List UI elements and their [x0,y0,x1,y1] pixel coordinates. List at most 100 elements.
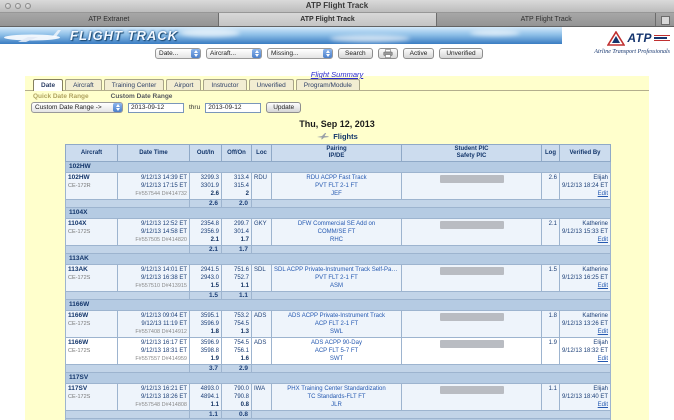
pairing-link[interactable]: PHX Training Center Standardization [274,385,399,393]
date-to-input[interactable] [205,103,261,113]
flight-summary-link[interactable]: Flight Summary [311,70,364,79]
group-subtotal-row: 1.51.1 [66,292,611,300]
off-on-cell: 754.5756.11.6 [222,338,252,365]
minimize-window-button[interactable] [15,3,21,9]
loc-cell: IWA [252,384,272,411]
aircraft-group-row: 1104X [66,208,611,219]
verified-name: Elijah [562,339,608,347]
tab-unverified[interactable]: Unverified [249,79,294,90]
tab-airport[interactable]: Airport [166,79,201,90]
aircraft-filter-select[interactable]: Aircraft... [206,48,262,59]
aircraft-group-label: 113AK [66,254,611,265]
time-out: 9/12/13 14:39 ET [120,174,187,182]
edit-link[interactable]: Edit [598,191,608,197]
browser-tab[interactable]: ATP Flight Track [437,13,656,26]
tab-instructor[interactable]: Instructor [203,79,246,90]
pairing-link[interactable]: RHC [274,236,399,244]
pairing-link[interactable]: ADS ACPP 90-Day [274,339,399,347]
group-subtotal-row: 2.62.0 [66,200,611,208]
date-from-input[interactable] [128,103,184,113]
student-name-redacted [440,313,504,321]
pairing-link[interactable]: COMM/SE FT [274,228,399,236]
date-heading: Thu, Sep 12, 2013 [25,119,649,129]
time-out: 9/12/13 16:21 ET [120,385,187,393]
aircraft-tail: 113AK [68,266,115,274]
edit-link[interactable]: Edit [598,356,608,362]
off-value: 753.2 [224,312,249,320]
pairing-cell: DFW Commercial SE Add onCOMM/SE FTRHC [272,219,402,246]
pairing-link[interactable]: PVT FLT 2-1 FT [274,274,399,282]
date-range-select[interactable]: Custom Date Range -> [31,102,123,113]
aircraft-model: CE-172S [68,228,115,236]
pairing-link[interactable]: ADS ACPP Private-Instrument Track [274,312,399,320]
pairing-header-line1: Pairing [273,146,400,153]
pairing-link[interactable]: ACP FLT 2-1 FT [274,320,399,328]
subtotal-spacer [66,292,190,300]
tab-training-center[interactable]: Training Center [104,79,165,90]
pairing-link[interactable]: RDU ACPP Fast Track [274,174,399,182]
browser-tab[interactable]: ATP Extranet [0,13,219,26]
unverified-button[interactable]: Unverified [439,48,482,59]
tab-program-module[interactable]: Program/Module [296,79,360,90]
edit-link[interactable]: Edit [598,402,608,408]
verified-name: Elijah [562,174,608,182]
pairing-link[interactable]: ACP FLT 5-7 FT [274,347,399,355]
window-title: ATP Flight Track [0,0,674,12]
aircraft-model: CE-172R [68,182,115,190]
pairing-cell: SDL ACPP Private-Instrument Track Self-P… [272,265,402,292]
pairing-cell: ADS ACPP Private-Instrument TrackACP FLT… [272,311,402,338]
pairing-link[interactable]: JLR [274,401,399,409]
tab-aircraft[interactable]: Aircraft [65,79,102,90]
pairing-link[interactable]: SWL [274,328,399,336]
aircraft-group-row: 113AK [66,254,611,265]
edit-row: Edit [562,190,608,198]
site-header: FLIGHT TRACK ATP Airline Transport Profe… [0,27,674,61]
log-cell: 1.5 [542,265,560,292]
pairing-link[interactable]: ASM [274,282,399,290]
page-content: FLIGHT TRACK ATP Airline Transport Profe… [0,27,674,420]
browser-tab[interactable]: ATP Flight Track [219,13,438,26]
loc-cell: GKY [252,219,272,246]
aircraft-filter-label: Aircraft... [210,50,236,57]
close-window-button[interactable] [5,3,11,9]
verified-cell: Katherine9/12/13 16:25 ETEdit [560,265,611,292]
flight-row: 1166WCE-172S9/12/13 09:04 ET9/12/13 11:1… [66,311,611,338]
out-in-cell: 3299.33301.92.6 [190,173,222,200]
loc-code: IWA [254,385,269,393]
brand-fineprint-lines [654,35,670,42]
aircraft-cell: 1166WCE-172S [66,311,118,338]
missing-filter-select[interactable]: Missing... [267,48,333,59]
edit-row: Edit [562,355,608,363]
subtotal-block-total: 2.6 [190,200,222,208]
pairing-link[interactable]: JEF [274,190,399,198]
new-tab-button[interactable] [656,13,674,26]
update-button[interactable]: Update [266,102,301,113]
pairing-link[interactable]: SDL ACPP Private-Instrument Track Self-P… [274,266,399,274]
search-button[interactable]: Search [338,48,373,59]
student-header-line2: Safety PIC [403,153,540,160]
edit-link[interactable]: Edit [598,329,608,335]
aircraft-group-label: 102HW [66,162,611,173]
on-value: 752.7 [224,274,249,282]
window-titlebar[interactable]: ATP Flight Track [0,0,674,13]
edit-link[interactable]: Edit [598,283,608,289]
active-button[interactable]: Active [403,48,435,59]
pairing-link[interactable]: SWT [274,355,399,363]
print-button[interactable] [378,48,398,59]
datetime-cell: 9/12/13 16:21 ET9/12/13 18:26 ETF#557548… [118,384,190,411]
pairing-link[interactable]: TC Standards-FLT FT [274,393,399,401]
select-stepper-icon [323,49,332,58]
missing-filter-label: Missing... [271,50,298,57]
edit-row: Edit [562,236,608,244]
flight-row: 113AKCE-172S9/12/13 14:01 ET9/12/13 16:3… [66,265,611,292]
verified-time: 9/12/13 18:24 ET [562,182,608,190]
zoom-window-button[interactable] [25,3,31,9]
on-value: 301.4 [224,228,249,236]
pairing-link[interactable]: DFW Commercial SE Add on [274,220,399,228]
edit-link[interactable]: Edit [598,237,608,243]
tab-date[interactable]: Date [33,79,63,91]
flight-ref: F#557510 D#413915 [120,282,187,290]
block-total: 2.1 [192,236,219,244]
pairing-link[interactable]: PVT FLT 2-1 FT [274,182,399,190]
date-filter-select[interactable]: Date... [155,48,201,59]
